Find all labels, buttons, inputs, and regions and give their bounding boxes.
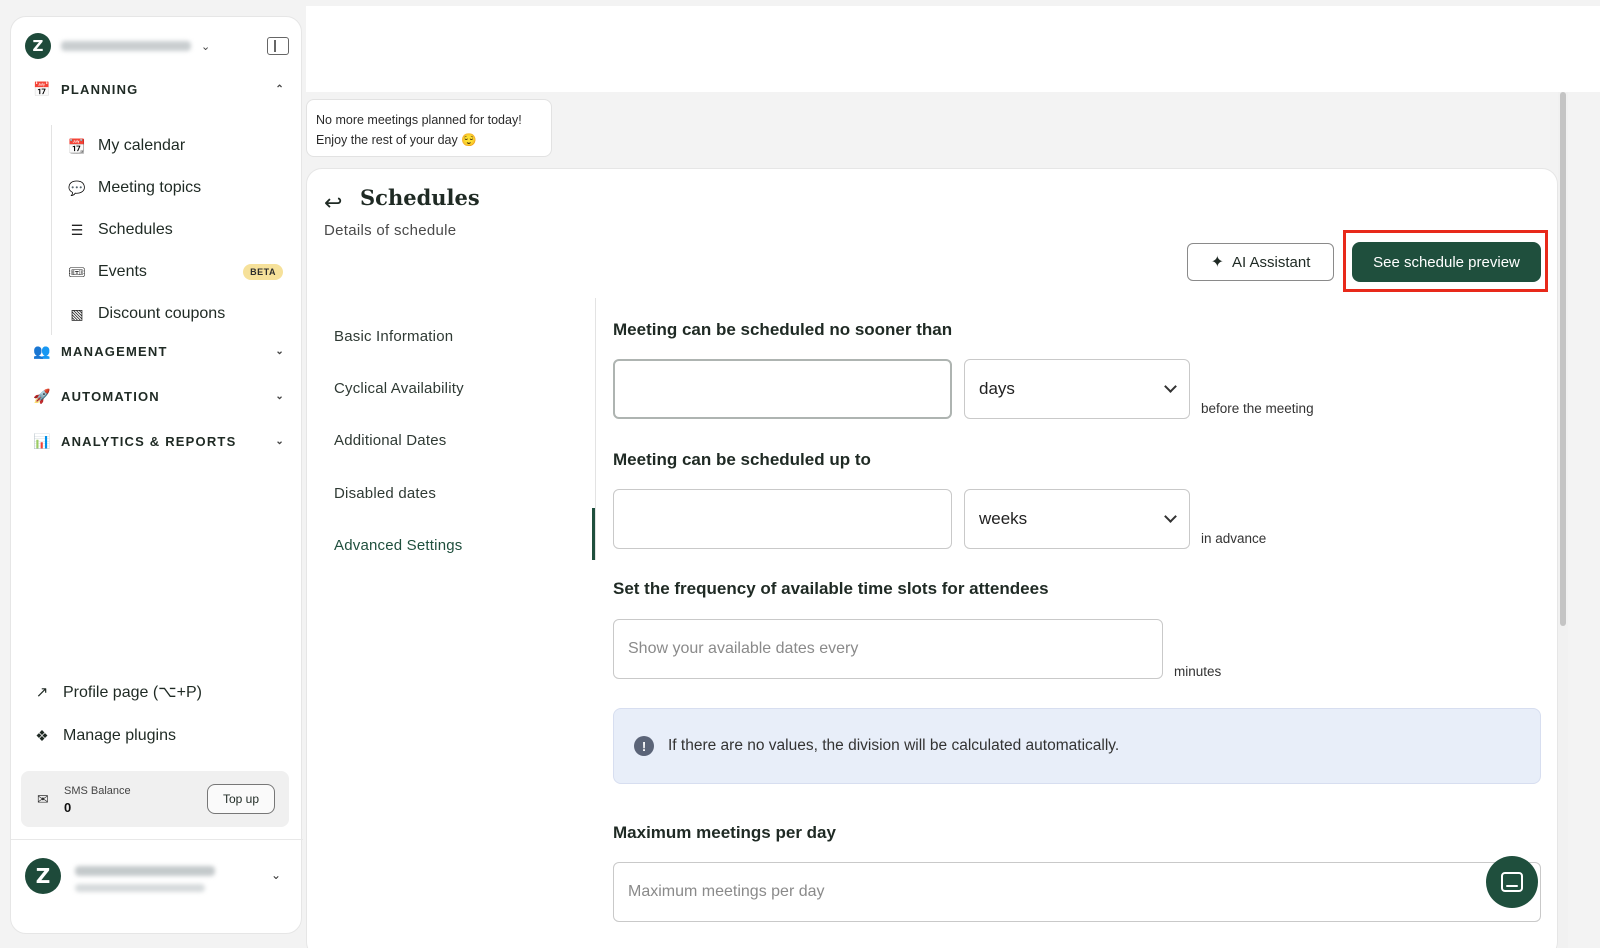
top-bar (306, 6, 1600, 92)
section-management[interactable]: 👥 MANAGEMENT ⌄ (33, 339, 291, 363)
exclamation-icon: ! (634, 736, 654, 756)
manage-plugins-label: Manage plugins (63, 727, 176, 744)
sidebar-item-label: Discount coupons (98, 305, 226, 322)
sms-balance-value: 0 (64, 800, 72, 815)
chevron-down-icon: ⌄ (275, 390, 285, 402)
no-sooner-unit-select[interactable]: days (964, 359, 1190, 419)
frequency-input[interactable] (613, 619, 1163, 679)
rocket-icon: 🚀 (33, 387, 52, 404)
no-sooner-unit-value: days (979, 379, 1015, 398)
user-email-redacted (75, 884, 205, 892)
sidebar-item-discount-coupons[interactable]: ▧ Discount coupons (52, 293, 291, 335)
users-icon: 👥 (33, 342, 52, 359)
page-subtitle: Details of schedule (324, 222, 457, 239)
no-sooner-suffix: before the meeting (1201, 401, 1314, 416)
chat-bubbles-icon: 💬 (68, 179, 86, 196)
support-chat-button[interactable] (1486, 856, 1538, 908)
sidebar-item-events[interactable]: 🎟 Events BETA (52, 251, 291, 293)
max-meetings-label: Maximum meetings per day (613, 823, 836, 842)
chevron-down-icon (1164, 510, 1177, 523)
no-sooner-input[interactable] (613, 359, 952, 419)
section-management-label: MANAGEMENT (61, 343, 168, 359)
section-planning-label: PLANNING (61, 81, 139, 97)
calendar-icon: 📆 (68, 137, 86, 154)
schedule-subnav: Basic Information Cyclical Availability … (334, 310, 596, 571)
sidebar: Z ⌄ 📅 PLANNING ⌃ 📆 My calendar 💬 Meeting… (10, 16, 303, 934)
chevron-down-icon: ⌄ (275, 435, 285, 447)
info-alert-text: If there are no values, the division wil… (668, 737, 1120, 754)
user-name-redacted (75, 866, 215, 876)
org-name-redacted (61, 41, 191, 51)
external-link-icon: ↗ (35, 684, 49, 701)
planning-nav: 📆 My calendar 💬 Meeting topics ☰ Schedul… (51, 125, 291, 335)
manage-plugins-link[interactable]: ❖ Manage plugins (33, 723, 176, 749)
ai-assistant-label: AI Assistant (1232, 253, 1311, 271)
section-planning[interactable]: 📅 PLANNING ⌃ (33, 77, 291, 101)
top-up-button[interactable]: Top up (207, 784, 275, 814)
max-meetings-input[interactable] (613, 862, 1541, 922)
sidebar-item-schedules[interactable]: ☰ Schedules (52, 209, 291, 251)
up-to-label: Meeting can be scheduled up to (613, 450, 871, 469)
notice-line-1: No more meetings planned for today! (316, 113, 522, 127)
chevron-down-icon: ⌄ (201, 40, 211, 53)
chart-icon: 📊 (33, 432, 52, 449)
up-to-input[interactable] (613, 489, 952, 549)
subnav-disabled-dates[interactable]: Disabled dates (334, 467, 596, 519)
sidebar-item-label: Events (98, 263, 147, 280)
scrollbar-thumb[interactable] (1560, 92, 1566, 626)
sparkle-icon: ✦ (1210, 254, 1225, 271)
no-meetings-notice: No more meetings planned for today! Enjo… (306, 99, 552, 157)
avatar: Z (25, 858, 61, 894)
sidebar-collapse-icon[interactable] (267, 37, 289, 55)
profile-page-link[interactable]: ↗ Profile page (⌥+P) (33, 679, 202, 705)
subnav-basic-information[interactable]: Basic Information (334, 310, 596, 362)
no-sooner-label: Meeting can be scheduled no sooner than (613, 320, 953, 339)
frequency-suffix: minutes (1174, 664, 1222, 679)
beta-badge: BETA (243, 264, 283, 280)
zeeg-logo: Z (25, 33, 51, 59)
sidebar-item-label: Meeting topics (98, 179, 202, 196)
section-analytics[interactable]: 📊 ANALYTICS & REPORTS ⌄ (33, 429, 291, 453)
page-title: Schedules (360, 185, 480, 210)
envelope-icon: ✉ (37, 791, 49, 807)
sidebar-item-meeting-topics[interactable]: 💬 Meeting topics (52, 167, 291, 209)
subnav-advanced-settings[interactable]: Advanced Settings (334, 519, 596, 571)
subnav-cyclical-availability[interactable]: Cyclical Availability (334, 362, 596, 414)
up-to-suffix: in advance (1201, 531, 1267, 546)
user-menu[interactable]: Z ⌄ (11, 839, 303, 919)
frequency-label: Set the frequency of available time slot… (613, 579, 1049, 598)
up-to-unit-select[interactable]: weeks (964, 489, 1190, 549)
chevron-down-icon: ⌄ (270, 868, 281, 882)
info-alert: ! If there are no values, the division w… (613, 708, 1541, 784)
list-icon: ☰ (70, 221, 84, 238)
notice-line-2: Enjoy the rest of your day 😌 (316, 133, 477, 147)
sidebar-item-my-calendar[interactable]: 📆 My calendar (52, 125, 291, 167)
sidebar-item-label: Schedules (98, 221, 173, 238)
section-automation[interactable]: 🚀 AUTOMATION ⌄ (33, 384, 291, 408)
chat-icon (1501, 872, 1523, 892)
ticket-icon: 🎟 (68, 263, 86, 280)
sms-balance-card: ✉ SMS Balance 0 Top up (21, 771, 289, 827)
chevron-up-icon: ⌃ (275, 83, 285, 95)
section-analytics-label: ANALYTICS & REPORTS (61, 433, 237, 449)
ai-assistant-button[interactable]: ✦ AI Assistant (1187, 243, 1334, 281)
plugins-icon: ❖ (35, 728, 49, 745)
calendar-icon: 📅 (33, 80, 52, 97)
back-arrow-icon[interactable]: ↩ (324, 190, 342, 216)
section-automation-label: AUTOMATION (61, 388, 160, 404)
subnav-additional-dates[interactable]: Additional Dates (334, 415, 596, 467)
chevron-down-icon (1164, 380, 1177, 393)
see-schedule-preview-button[interactable]: See schedule preview (1352, 242, 1541, 282)
org-switcher[interactable]: Z ⌄ (25, 31, 289, 61)
coupon-icon: ▧ (70, 305, 84, 322)
chevron-down-icon: ⌄ (275, 345, 285, 357)
profile-page-label: Profile page (⌥+P) (63, 684, 202, 701)
sms-balance-label: SMS Balance (64, 785, 131, 797)
sidebar-item-label: My calendar (98, 137, 186, 154)
up-to-unit-value: weeks (979, 509, 1028, 528)
